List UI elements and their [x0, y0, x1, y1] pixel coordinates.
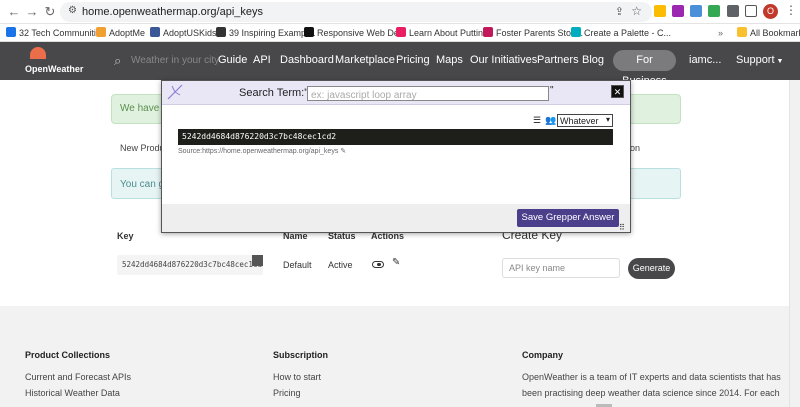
search-term-field[interactable] [308, 89, 548, 102]
nav-maps[interactable]: Maps [436, 54, 463, 66]
nav-dashboard[interactable]: Dashboard [280, 54, 334, 66]
puzzle-extensions-icon[interactable] [727, 5, 739, 17]
footer-company-title: Company [522, 350, 564, 360]
bookmarks-bar: 32 Tech Communiti... AdoptMe AdoptUSKids… [0, 24, 800, 42]
footer-subscription-title: Subscription [273, 350, 329, 360]
close-icon[interactable]: ✕ [611, 85, 624, 98]
bookmark-item[interactable]: 39 Inspiring Exampl... [216, 26, 316, 40]
nav-blog[interactable]: Blog [582, 54, 604, 66]
api-key-name-input[interactable] [502, 258, 620, 278]
edit-icon[interactable]: ✎ [392, 257, 400, 268]
share-icon[interactable]: ⇪ [615, 5, 624, 18]
bookmark-item[interactable]: Learn About Puttin... [396, 26, 491, 40]
grepper-logo-icon [167, 84, 183, 100]
footer-link[interactable]: How to start [273, 372, 321, 382]
api-key-value[interactable]: 5242dd4684d876220d3c7bc48cec1cd [117, 255, 263, 275]
nav-guide[interactable]: Guide [218, 54, 247, 66]
address-text[interactable]: home.openweathermap.org/api_keys [82, 6, 263, 18]
nav-marketplace[interactable]: Marketplace [335, 54, 395, 66]
column-header-key: Key [117, 231, 134, 241]
api-key-name: Default [283, 260, 312, 270]
user-menu[interactable]: iamc... [689, 54, 721, 66]
search-icon[interactable]: ⌕ [114, 53, 121, 69]
filter-select[interactable]: Whatever ▾ [557, 114, 613, 127]
for-business-button[interactable]: For Business [613, 50, 676, 87]
browser-toolbar: ← → ↻ ⚙ home.openweathermap.org/api_keys… [0, 0, 800, 24]
resize-handle-icon[interactable]: ⠿ [619, 223, 625, 232]
tab-new-products[interactable]: New Produ [120, 143, 165, 153]
side-panel-icon[interactable] [745, 5, 757, 17]
grepper-copy-icon[interactable] [252, 255, 263, 266]
code-block: 5242dd4684d876220d3c7bc48cec1cd2 [178, 129, 613, 145]
back-arrow-icon[interactable]: ← [6, 4, 22, 20]
extension-icon[interactable] [672, 5, 684, 17]
api-key-status: Active [328, 260, 353, 270]
footer-link[interactable]: Historical Weather Data [25, 388, 120, 398]
bookmark-item[interactable]: 32 Tech Communiti... [6, 26, 103, 40]
grepper-dialog: Search Term:" " ✕ ☰ 👥 Whatever▾ 5242dd46… [161, 80, 631, 233]
site-logo[interactable]: OpenWeather [25, 64, 83, 74]
list-icon[interactable]: ☰ [533, 115, 541, 126]
nav-partners[interactable]: Partners [537, 54, 579, 66]
footer-company-text: been practising deep weather data scienc… [522, 388, 780, 398]
bookmark-favicon-icon [571, 27, 581, 37]
footer-link[interactable]: Pricing [273, 388, 301, 398]
bookmark-star-icon[interactable]: ☆ [631, 4, 642, 18]
all-bookmarks[interactable]: All Bookmarks [737, 26, 800, 40]
save-answer-button[interactable]: Save Grepper Answer [517, 209, 619, 227]
bookmark-favicon-icon [150, 27, 160, 37]
nav-pricing[interactable]: Pricing [396, 54, 430, 66]
openweather-logo-icon[interactable] [30, 47, 46, 59]
footer-product-title: Product Collections [25, 350, 111, 360]
bookmark-favicon-icon [216, 27, 226, 37]
browser-menu-icon[interactable]: ⋮ [785, 3, 797, 17]
users-icon[interactable]: 👥 [545, 115, 556, 126]
forward-arrow-icon[interactable]: → [24, 4, 40, 20]
bookmark-item[interactable]: AdoptUSKids [150, 26, 217, 40]
chevron-down-icon: ▾ [605, 115, 610, 124]
bookmark-favicon-icon [304, 27, 314, 37]
vertical-scrollbar[interactable] [789, 80, 800, 407]
bookmark-favicon-icon [483, 27, 493, 37]
profile-avatar[interactable]: O [763, 4, 778, 19]
nav-our-initiatives[interactable]: Our Initiatives [470, 54, 537, 66]
bookmark-item[interactable]: Foster Parents Stoc... [483, 26, 583, 40]
extension-icon[interactable] [654, 5, 666, 17]
reload-icon[interactable]: ↻ [42, 4, 58, 20]
bookmarks-overflow-icon[interactable]: » [718, 26, 723, 40]
dropdown-caret-icon: ▼ [776, 58, 784, 65]
search-term-input[interactable] [307, 86, 549, 102]
city-search-input[interactable]: Weather in your city [131, 55, 219, 66]
bookmark-favicon-icon [6, 27, 16, 37]
bookmark-item[interactable]: Create a Palette - C... [571, 26, 671, 40]
api-key-name-field[interactable] [503, 259, 619, 277]
search-term-label: Search Term:" [239, 87, 309, 99]
folder-icon [737, 27, 747, 37]
address-bar[interactable]: ⚙ home.openweathermap.org/api_keys ⇪ ☆ [60, 2, 652, 22]
bookmark-item[interactable]: Responsive Web De... [304, 26, 406, 40]
nav-api[interactable]: API [253, 54, 271, 66]
bookmark-favicon-icon [396, 27, 406, 37]
generate-button[interactable]: Generate [628, 258, 675, 279]
bookmark-favicon-icon [96, 27, 106, 37]
footer-link[interactable]: Current and Forecast APIs [25, 372, 131, 382]
bookmark-item[interactable]: AdoptMe [96, 26, 145, 40]
support-menu[interactable]: Support ▼ [736, 54, 783, 66]
extension-icon[interactable] [708, 5, 720, 17]
extension-icon[interactable] [690, 5, 702, 17]
site-info-icon[interactable]: ⚙ [68, 5, 77, 16]
grepper-header: Search Term:" " ✕ [162, 81, 630, 105]
footer-company-text: OpenWeather is a team of IT experts and … [522, 372, 781, 382]
pencil-icon[interactable]: ✎ [340, 148, 346, 155]
source-line: Source:https://home.openweathermap.org/a… [178, 148, 347, 155]
closing-quote: " [550, 85, 554, 96]
toggle-icon[interactable] [372, 261, 384, 268]
